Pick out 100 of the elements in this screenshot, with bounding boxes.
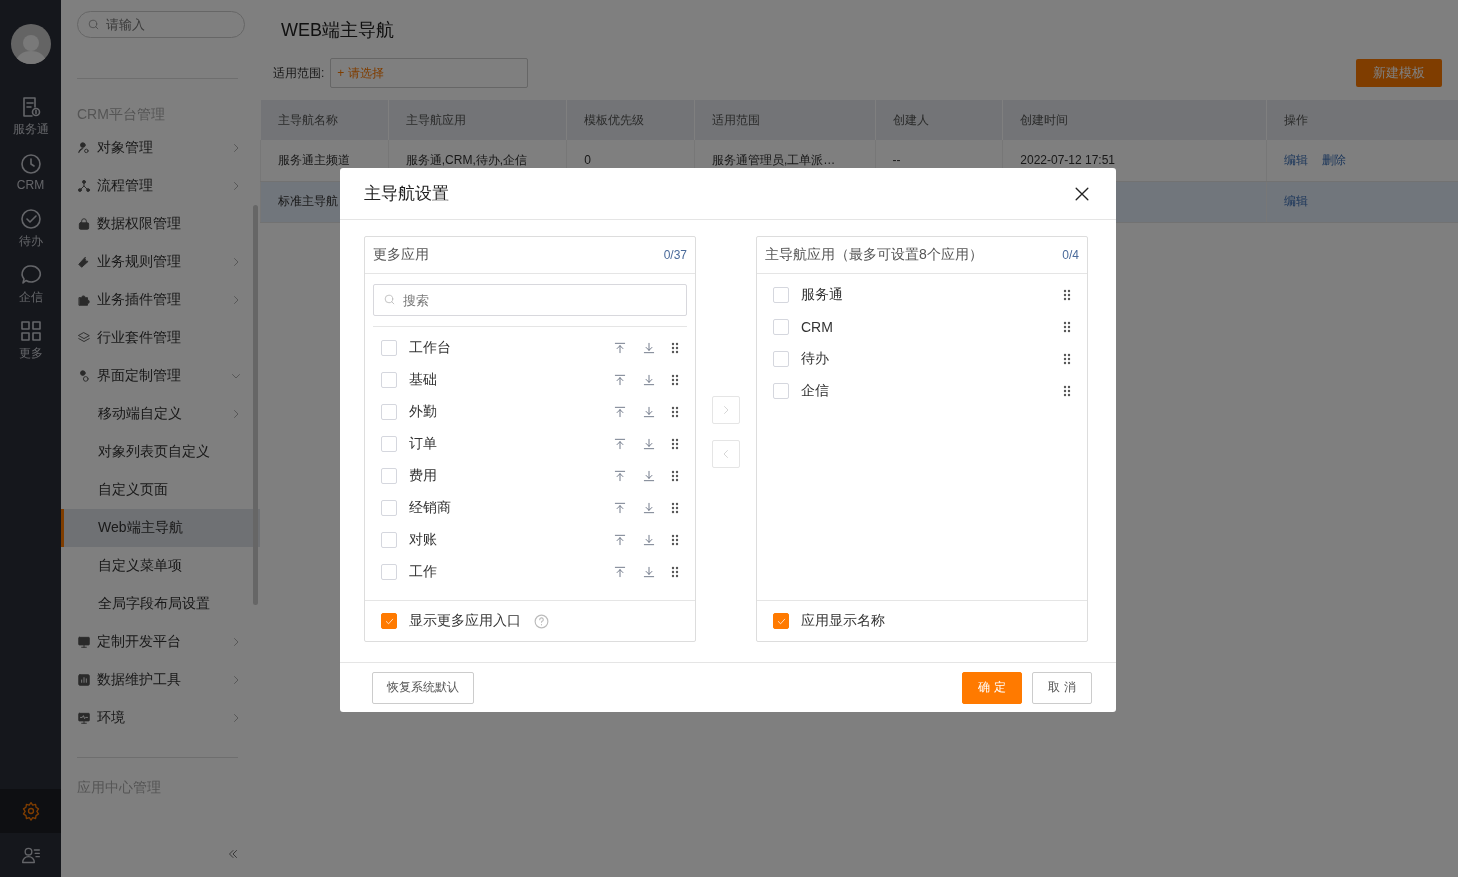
checkbox[interactable]	[773, 351, 789, 367]
move-to-top-icon	[613, 533, 627, 547]
menu-item[interactable]: 数据权限管理	[61, 205, 260, 243]
checkbox-label: 显示更多应用入口	[409, 612, 521, 630]
move-to-bottom-icon	[642, 565, 656, 579]
move-right-button[interactable]	[712, 396, 740, 424]
rail-item[interactable]: 更多	[0, 312, 61, 368]
menu-item[interactable]: 移动端自定义	[61, 395, 260, 433]
search-field[interactable]: 请输入	[77, 11, 245, 38]
rail-item[interactable]: 企信	[0, 256, 61, 312]
search-icon	[87, 18, 100, 31]
column-header: 操作	[1266, 100, 1458, 140]
search-icon	[383, 293, 396, 306]
menu-item[interactable]: 定制开发平台	[61, 623, 260, 661]
drag-handle-icon[interactable]	[671, 566, 679, 578]
move-to-top-icon	[613, 565, 627, 579]
rail-item[interactable]: 服务通	[0, 88, 61, 144]
wrench-icon	[77, 255, 91, 269]
menu-item[interactable]: 自定义页面	[61, 471, 260, 509]
app-name: 工作	[409, 563, 438, 581]
menu-item[interactable]: Web端主导航	[61, 509, 260, 547]
move-to-bottom-icon	[642, 533, 656, 547]
confirm-button[interactable]: 确 定	[962, 671, 1022, 704]
layers-icon	[77, 331, 91, 345]
page-title: WEB端主导航	[280, 19, 395, 42]
column-header: 主导航应用	[388, 100, 567, 140]
menu-item[interactable]: 业务插件管理	[61, 281, 260, 319]
move-to-top-icon	[613, 373, 627, 387]
checkbox[interactable]	[381, 613, 397, 629]
search-field[interactable]: 搜索	[373, 284, 687, 316]
menu-item[interactable]: 行业套件管理	[61, 319, 260, 357]
menu-item[interactable]: 全局字段布局设置	[61, 585, 260, 623]
checkbox[interactable]	[773, 613, 789, 629]
drag-handle-icon[interactable]	[1063, 385, 1071, 397]
column-header: 主导航名称	[260, 100, 389, 140]
check-circle-icon	[18, 206, 43, 231]
checkbox[interactable]	[773, 383, 789, 399]
menu-item[interactable]: 对象管理	[61, 129, 260, 167]
move-to-bottom-icon	[642, 341, 656, 355]
drag-handle-icon[interactable]	[1063, 321, 1071, 333]
rail-item[interactable]: CRM	[0, 144, 61, 200]
drag-handle-icon[interactable]	[1063, 289, 1071, 301]
move-to-bottom-icon	[642, 373, 656, 387]
action-link[interactable]: 编辑	[1283, 152, 1308, 167]
checkbox[interactable]	[381, 436, 397, 452]
checkbox[interactable]	[381, 500, 397, 516]
app-name: 工作台	[409, 339, 452, 357]
move-to-bottom-icon	[642, 469, 656, 483]
scrollbar[interactable]	[253, 205, 258, 605]
table-cell: 标准主导航	[278, 194, 338, 208]
checkbox[interactable]	[381, 372, 397, 388]
checkbox[interactable]	[381, 532, 397, 548]
move-to-bottom-icon	[642, 405, 656, 419]
column-header: 适用范围	[694, 100, 876, 140]
clock-icon	[18, 152, 43, 176]
menu-item[interactable]: 流程管理	[61, 167, 260, 205]
settings-icon	[20, 801, 41, 821]
checkbox[interactable]	[773, 287, 789, 303]
drag-handle-icon[interactable]	[671, 502, 679, 514]
checkbox[interactable]	[381, 404, 397, 420]
flow-icon	[77, 179, 91, 193]
avatar[interactable]	[10, 24, 51, 64]
menu-item[interactable]: 数据维护工具	[61, 661, 260, 699]
chat-icon	[18, 262, 43, 287]
monitor-icon	[77, 635, 91, 649]
drag-handle-icon[interactable]	[671, 342, 679, 354]
drag-handle-icon[interactable]	[671, 406, 679, 418]
move-to-top-icon	[613, 341, 627, 355]
app-name: 经销商	[409, 499, 452, 517]
filter-label: 适用范围:	[273, 64, 325, 82]
rail-item[interactable]: 待办	[0, 200, 61, 256]
menu-item[interactable]: 业务规则管理	[61, 243, 260, 281]
move-to-top-icon	[613, 437, 627, 451]
action-link[interactable]: 删除	[1321, 152, 1346, 167]
checkbox-label: 应用显示名称	[801, 612, 885, 630]
rail-button[interactable]	[0, 789, 61, 833]
app-name: 服务通	[801, 286, 844, 304]
table-cell: 服务通主频道	[278, 152, 350, 167]
drag-handle-icon[interactable]	[671, 470, 679, 482]
checkbox[interactable]	[773, 319, 789, 335]
move-left-button[interactable]	[712, 440, 740, 468]
column-header: 创建时间	[1002, 100, 1267, 140]
drag-handle-icon[interactable]	[671, 534, 679, 546]
action-link[interactable]: 编辑	[1283, 194, 1308, 208]
column-header: 模板优先级	[566, 100, 695, 140]
app-name: CRM	[801, 319, 834, 335]
cancel-button[interactable]: 取 消	[1032, 671, 1092, 704]
drag-handle-icon[interactable]	[671, 438, 679, 450]
checkbox[interactable]	[381, 340, 397, 356]
menu-item[interactable]: 对象列表页自定义	[61, 433, 260, 471]
menu-item[interactable]: 自定义菜单项	[61, 547, 260, 585]
move-to-bottom-icon	[642, 501, 656, 515]
move-to-top-icon	[613, 501, 627, 515]
drag-handle-icon[interactable]	[671, 374, 679, 386]
checkbox[interactable]	[381, 564, 397, 580]
drag-handle-icon[interactable]	[1063, 353, 1071, 365]
menu-item[interactable]: 界面定制管理	[61, 357, 260, 395]
checkbox[interactable]	[381, 468, 397, 484]
reset-button[interactable]: 恢复系统默认	[372, 671, 474, 704]
menu-item[interactable]: 环境	[61, 699, 260, 737]
